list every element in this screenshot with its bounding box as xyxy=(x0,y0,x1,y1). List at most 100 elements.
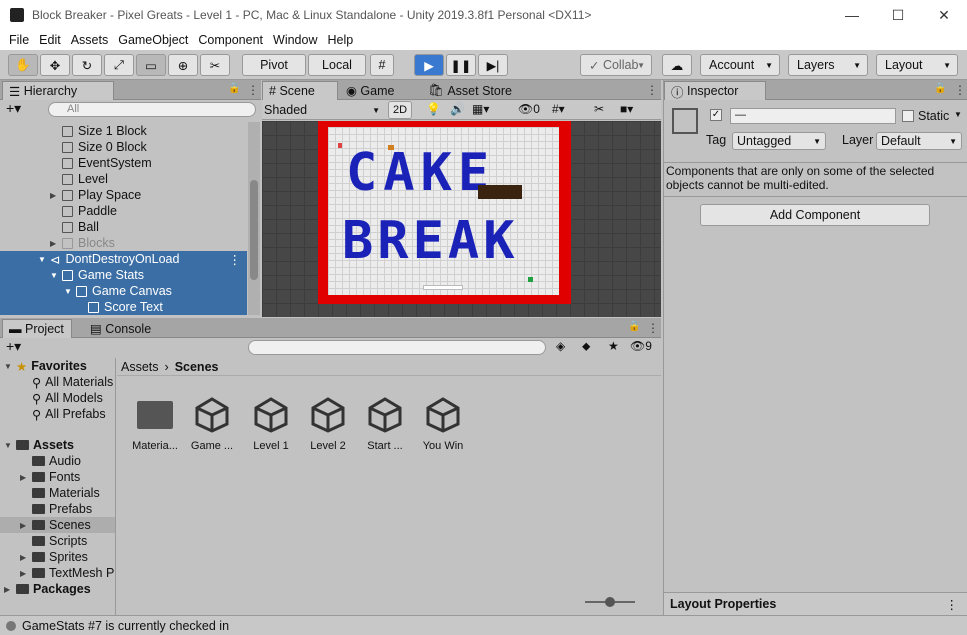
asset-folder[interactable]: Materia... xyxy=(127,395,183,452)
panel-menu-icon[interactable]: ⋮ xyxy=(646,83,658,97)
folder-item-selected[interactable]: ▶ Scenes xyxy=(0,517,115,533)
panel-menu-icon[interactable]: ⋮ xyxy=(954,83,966,97)
static-checkbox[interactable] xyxy=(902,110,914,122)
lock-icon[interactable]: 🔒 xyxy=(228,83,240,94)
expand-arrow-icon[interactable]: ▶ xyxy=(20,553,30,562)
grid-icon[interactable]: #▾ xyxy=(552,102,565,116)
tab-hierarchy[interactable]: ☰ Hierarchy xyxy=(2,81,114,100)
list-item[interactable]: Ball xyxy=(62,219,99,235)
folder-item[interactable]: Prefabs xyxy=(32,501,92,517)
name-field[interactable]: — xyxy=(730,108,896,124)
collapse-arrow-icon[interactable]: ▼ xyxy=(64,287,74,296)
breadcrumb-scenes[interactable]: Scenes xyxy=(175,360,219,374)
expand-arrow-icon[interactable]: ▶ xyxy=(4,585,14,594)
menu-edit[interactable]: Edit xyxy=(34,33,66,47)
close-button[interactable]: ✕ xyxy=(921,0,967,30)
step-button[interactable]: ▶| xyxy=(478,54,508,76)
hierarchy-search-input[interactable]: All xyxy=(48,102,256,117)
minimize-button[interactable]: — xyxy=(829,0,875,30)
move-tool-icon[interactable]: ✥ xyxy=(40,54,70,76)
folder-item[interactable]: ▶ Fonts xyxy=(20,469,80,485)
layout-properties-bar[interactable]: Layout Properties ⋮ xyxy=(664,592,967,615)
pause-button[interactable]: ❚❚ xyxy=(446,54,476,76)
favorite-item[interactable]: ⚲ All Models xyxy=(32,390,103,406)
list-item[interactable]: Size 0 Block xyxy=(62,139,147,155)
collapse-arrow-icon[interactable]: ▼ xyxy=(38,255,48,264)
asset-scene[interactable]: Level 2 xyxy=(300,395,356,452)
expand-arrow-icon[interactable]: ▶ xyxy=(50,191,60,200)
tab-asset-store[interactable]: 🛍 Asset Store xyxy=(422,81,518,100)
tab-game[interactable]: ◉ Game xyxy=(340,81,400,100)
scale-tool-icon[interactable]: ⤢ xyxy=(104,54,134,76)
icon-size-slider[interactable] xyxy=(585,597,635,607)
menu-assets[interactable]: Assets xyxy=(66,33,114,47)
tab-inspector[interactable]: ⓘ Inspector xyxy=(664,81,766,100)
tag-dropdown[interactable]: Untagged ▼ xyxy=(732,132,826,150)
collapse-arrow-icon[interactable]: ▼ xyxy=(4,441,14,450)
tab-console[interactable]: ▤ Console xyxy=(84,319,157,338)
list-item[interactable]: Size 1 Block xyxy=(62,123,147,139)
snap-icon[interactable]: # xyxy=(370,54,394,76)
list-item[interactable]: ▶ Play Space xyxy=(50,187,141,203)
panel-menu-icon[interactable]: ⋮ xyxy=(647,321,659,335)
local-toggle[interactable]: Local xyxy=(308,54,366,76)
expand-arrow-icon[interactable]: ▶ xyxy=(20,521,30,530)
tools-icon[interactable]: ✂ xyxy=(594,102,604,116)
filter-type-icon[interactable]: ◈ xyxy=(556,339,565,353)
rect-tool-icon[interactable]: ▭ xyxy=(136,54,166,76)
create-plus-icon[interactable]: +▾ xyxy=(6,100,21,117)
menu-file[interactable]: File xyxy=(4,33,34,47)
menu-help[interactable]: Help xyxy=(322,33,358,47)
assets-header[interactable]: ▼ Assets xyxy=(4,437,74,453)
pivot-toggle[interactable]: Pivot xyxy=(242,54,306,76)
project-search-input[interactable] xyxy=(248,340,546,355)
panel-menu-icon[interactable]: ⋮ xyxy=(247,83,259,97)
collapse-arrow-icon[interactable]: ▼ xyxy=(4,362,14,371)
list-item-selected[interactable]: ▼ ⊲ DontDestroyOnLoad ⋮ xyxy=(0,251,247,267)
menu-window[interactable]: Window xyxy=(268,33,322,47)
static-dropdown-icon[interactable]: ▼ xyxy=(954,110,962,119)
audio-icon[interactable]: 🔊 xyxy=(450,102,465,116)
transform-tool-icon[interactable]: ⊕ xyxy=(168,54,198,76)
lock-icon[interactable]: 🔒 xyxy=(934,83,946,94)
create-plus-icon[interactable]: +▾ xyxy=(6,338,21,355)
list-item[interactable]: ▶ Blocks xyxy=(50,235,115,251)
list-item-selected[interactable]: Score Text xyxy=(0,299,247,315)
favorite-star-icon[interactable]: ★ xyxy=(608,339,619,353)
folder-item[interactable]: ▶ Sprites xyxy=(20,549,88,565)
maximize-button[interactable]: ☐ xyxy=(875,0,921,30)
folder-item[interactable]: Audio xyxy=(32,453,81,469)
asset-scene[interactable]: Start ... xyxy=(357,395,413,452)
lock-icon[interactable]: 🔒 xyxy=(628,321,640,332)
list-item[interactable]: Paddle xyxy=(62,203,117,219)
list-item-selected[interactable]: ▼ Game Canvas xyxy=(0,283,247,299)
folder-item[interactable]: Scripts xyxy=(32,533,87,549)
filter-label-icon[interactable]: ⬥ xyxy=(582,339,590,354)
list-item-selected[interactable]: ▼ Game Stats xyxy=(0,267,247,283)
tab-scene[interactable]: # Scene xyxy=(262,81,338,100)
rotate-tool-icon[interactable]: ↻ xyxy=(72,54,102,76)
shading-dropdown[interactable]: Shaded ▼ xyxy=(264,102,382,118)
breadcrumb-assets[interactable]: Assets xyxy=(121,360,159,374)
custom-tool-icon[interactable]: ✂ xyxy=(200,54,230,76)
add-component-button[interactable]: Add Component xyxy=(700,204,930,226)
folder-item[interactable]: ▶ TextMesh P xyxy=(20,565,114,581)
cloud-icon[interactable]: ☁ xyxy=(662,54,692,76)
expand-arrow-icon[interactable]: ▶ xyxy=(20,473,30,482)
layout-dropdown[interactable]: Layout ▼ xyxy=(876,54,958,76)
asset-scene[interactable]: Game ... xyxy=(184,395,240,452)
collapse-arrow-icon[interactable]: ▼ xyxy=(50,271,60,280)
favorite-item[interactable]: ⚲ All Prefabs xyxy=(32,406,106,422)
layer-dropdown[interactable]: Default ▼ xyxy=(876,132,962,150)
tab-project[interactable]: ▬ Project xyxy=(2,319,72,338)
collab-dropdown[interactable]: ✓ Collab ▼ xyxy=(580,54,652,76)
mode-2d-toggle[interactable]: 2D xyxy=(388,101,412,119)
list-item[interactable]: Level xyxy=(62,171,108,187)
asset-scene[interactable]: Level 1 xyxy=(243,395,299,452)
hidden-packages-toggle[interactable]: 👁 9 xyxy=(630,339,652,353)
play-button[interactable]: ▶ xyxy=(414,54,444,76)
menu-component[interactable]: Component xyxy=(193,33,268,47)
panel-menu-icon[interactable]: ⋮ xyxy=(946,597,959,612)
lighting-icon[interactable]: 💡 xyxy=(426,102,441,116)
list-item[interactable]: EventSystem xyxy=(62,155,152,171)
